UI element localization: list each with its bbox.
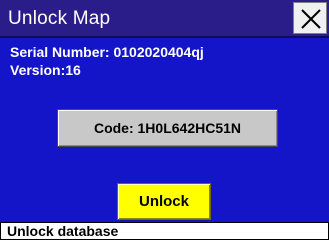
close-icon: [301, 9, 321, 29]
serial-number-text: Serial Number: 0102020404qj: [10, 44, 204, 60]
code-button[interactable]: Code: 1H0L642HC51N: [57, 109, 278, 147]
status-bar: Unlock database: [0, 222, 329, 240]
status-text: Unlock database: [7, 223, 119, 239]
title-bar: Unlock Map: [0, 0, 329, 38]
close-button[interactable]: [293, 2, 327, 34]
unlock-button[interactable]: Unlock: [117, 183, 211, 220]
unlock-button-label: Unlock: [138, 193, 189, 210]
unlock-map-screen: Unlock Map Serial Number: 0102020404qj V…: [0, 0, 329, 240]
code-button-label: Code: 1H0L642HC51N: [93, 120, 242, 136]
window-title: Unlock Map: [8, 8, 111, 29]
version-text: Version:16: [10, 62, 81, 78]
